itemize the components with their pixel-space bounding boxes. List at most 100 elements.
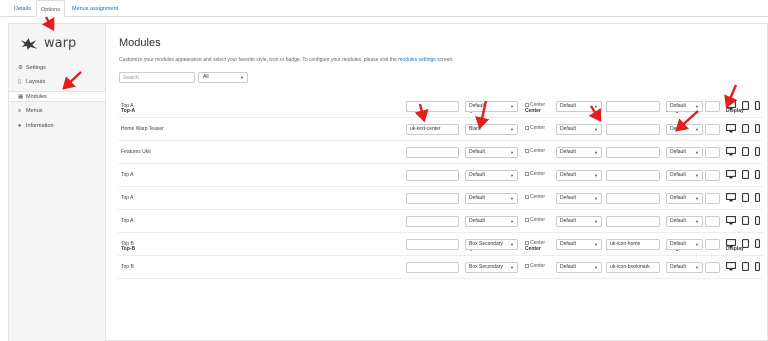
title-select[interactable]: Default ▼ (556, 170, 602, 181)
phone-icon[interactable] (755, 101, 760, 111)
badge-text-input[interactable] (705, 262, 720, 273)
center-checkbox[interactable]: Center (525, 194, 545, 200)
center-checkbox[interactable]: Center (525, 217, 545, 223)
tablet-icon[interactable] (742, 170, 749, 180)
info-icon: ● (18, 123, 22, 129)
center-checkbox[interactable]: Center (525, 148, 545, 154)
title-select[interactable]: Default ▼ (556, 262, 602, 273)
tablet-icon[interactable] (742, 101, 749, 111)
badge-select-value: Default (670, 172, 686, 178)
badge-select[interactable]: Default ▼ (666, 239, 703, 250)
badge-select[interactable]: Default ▼ (666, 124, 703, 135)
phone-icon[interactable] (755, 124, 760, 134)
center-checkbox[interactable]: Center (525, 240, 545, 246)
desktop-icon[interactable] (726, 101, 736, 111)
style-select[interactable]: Default ▼ (465, 101, 518, 112)
center-checkbox[interactable]: Center (525, 263, 545, 269)
table-row: Top A Default ▼ Center Default ▼ Default ▼ (118, 95, 763, 118)
badge-select[interactable]: Default ▼ (666, 147, 703, 158)
style-select[interactable]: Default ▼ (465, 216, 518, 227)
phone-icon[interactable] (755, 170, 760, 180)
tablet-icon[interactable] (742, 262, 749, 272)
badge-text-input[interactable] (705, 147, 720, 158)
tablet-icon[interactable] (742, 193, 749, 203)
title-select[interactable]: Default ▼ (556, 101, 602, 112)
class-input[interactable] (406, 170, 459, 181)
badge-select[interactable]: Default ▼ (666, 216, 703, 227)
center-checkbox[interactable]: Center (525, 171, 545, 177)
phone-icon[interactable] (755, 239, 760, 249)
title-select[interactable]: Default ▼ (556, 216, 602, 227)
page-title: Modules (119, 37, 161, 49)
filter-select[interactable]: All ▼ (198, 72, 248, 83)
style-select[interactable]: Blank ▼ (465, 124, 518, 135)
checkbox-icon (525, 172, 529, 176)
badge-text-input[interactable] (705, 170, 720, 181)
sidebar-item-layouts[interactable]: ▯ Layouts (9, 77, 105, 88)
badge-text-input[interactable] (705, 101, 720, 112)
checkbox-icon (525, 264, 529, 268)
tablet-icon[interactable] (742, 147, 749, 157)
badge-text-input[interactable] (705, 124, 720, 135)
tab-menus-assignment[interactable]: Menus assignment (68, 0, 122, 17)
search-input[interactable] (119, 72, 195, 83)
center-checkbox[interactable]: Center (525, 102, 545, 108)
class-input[interactable] (406, 193, 459, 204)
class-input[interactable] (406, 147, 459, 158)
icon-input[interactable]: uk-icon-bookmark (606, 262, 660, 273)
style-select-value: Default (469, 149, 485, 155)
tab-options[interactable]: Options (36, 0, 65, 17)
desktop-icon[interactable] (726, 124, 736, 134)
title-select-value: Default (560, 264, 576, 270)
class-input[interactable] (406, 262, 459, 273)
badge-select[interactable]: Default ▼ (666, 262, 703, 273)
title-select[interactable]: Default ▼ (556, 239, 602, 250)
desktop-icon[interactable] (726, 170, 736, 180)
badge-text-input[interactable] (705, 239, 720, 250)
style-select[interactable]: Default ▼ (465, 193, 518, 204)
sidebar-item-menus[interactable]: ≡ Menus (9, 106, 105, 117)
desktop-icon[interactable] (726, 262, 736, 272)
tablet-icon[interactable] (742, 124, 749, 134)
icon-input[interactable] (606, 147, 660, 158)
sidebar-item-information[interactable]: ● Information (9, 121, 105, 132)
phone-icon[interactable] (755, 147, 760, 157)
class-input[interactable]: uk-text-center (406, 124, 459, 135)
tablet-icon[interactable] (742, 216, 749, 226)
tab-details[interactable]: Details (10, 0, 35, 17)
style-select[interactable]: Box Secondary ▼ (465, 239, 518, 250)
badge-select[interactable]: Default ▼ (666, 170, 703, 181)
icon-input[interactable]: uk-icon-home (606, 239, 660, 250)
gears-icon: ⚙ (18, 65, 23, 71)
style-select[interactable]: Box Secondary ▼ (465, 262, 518, 273)
badge-select[interactable]: Default ▼ (666, 193, 703, 204)
style-select[interactable]: Default ▼ (465, 170, 518, 181)
modules-settings-link[interactable]: modules settings (398, 57, 436, 63)
icon-input[interactable] (606, 101, 660, 112)
desktop-icon[interactable] (726, 147, 736, 157)
class-input[interactable] (406, 239, 459, 250)
phone-icon[interactable] (755, 193, 760, 203)
tablet-icon[interactable] (742, 239, 749, 249)
icon-input[interactable] (606, 216, 660, 227)
sidebar-item-settings[interactable]: ⚙ Settings (9, 63, 105, 74)
sidebar-item-modules[interactable]: ▦ Modules (9, 91, 105, 102)
icon-input[interactable] (606, 193, 660, 204)
style-select[interactable]: Default ▼ (465, 147, 518, 158)
icon-input[interactable] (606, 124, 660, 135)
desktop-icon[interactable] (726, 193, 736, 203)
badge-text-input[interactable] (705, 216, 720, 227)
phone-icon[interactable] (755, 216, 760, 226)
title-select[interactable]: Default ▼ (556, 124, 602, 135)
class-input[interactable] (406, 216, 459, 227)
center-checkbox[interactable]: Center (525, 125, 545, 131)
badge-select[interactable]: Default ▼ (666, 101, 703, 112)
badge-text-input[interactable] (705, 193, 720, 204)
icon-input[interactable] (606, 170, 660, 181)
desktop-icon[interactable] (726, 216, 736, 226)
phone-icon[interactable] (755, 262, 760, 272)
title-select[interactable]: Default ▼ (556, 193, 602, 204)
title-select[interactable]: Default ▼ (556, 147, 602, 158)
class-input[interactable] (406, 101, 459, 112)
desktop-icon[interactable] (726, 239, 736, 249)
